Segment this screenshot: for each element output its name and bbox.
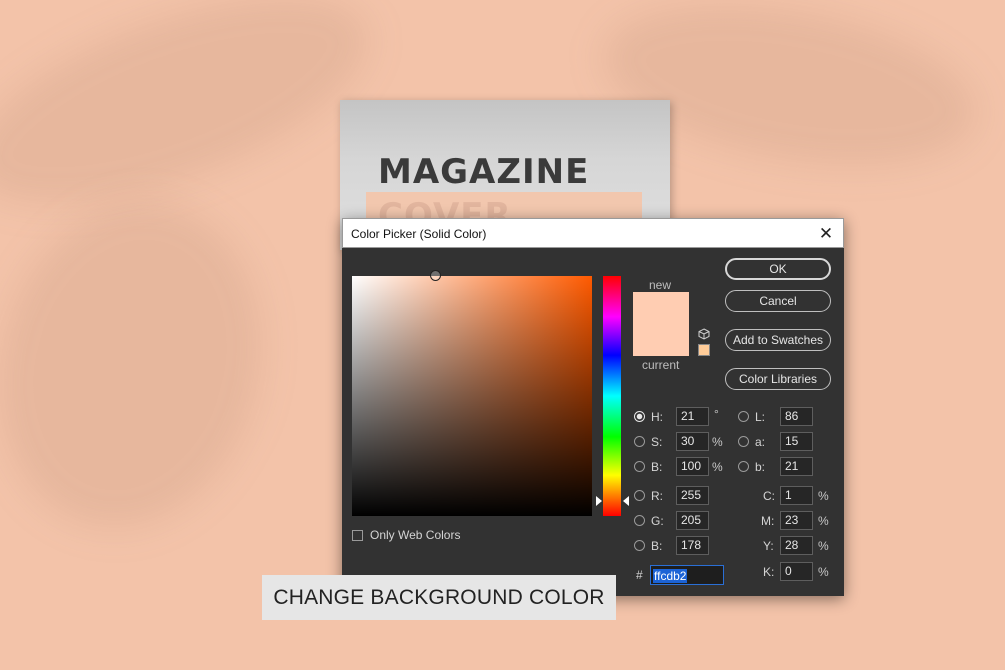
cancel-button[interactable]: Cancel	[725, 290, 831, 312]
cyan-label: C:	[763, 489, 775, 503]
lab-l-label: L:	[755, 410, 766, 424]
color-field[interactable]	[352, 270, 592, 516]
current-color-label: current	[642, 358, 680, 372]
green-radio[interactable]	[634, 515, 645, 526]
lab-a-radio[interactable]	[738, 436, 749, 447]
only-web-colors-checkbox[interactable]	[352, 530, 363, 541]
hue-slider-arrow-icon[interactable]	[596, 496, 602, 506]
hue-slider-arrow-icon[interactable]	[623, 496, 629, 506]
ok-button[interactable]: OK	[725, 258, 831, 280]
lab-b-label: b:	[755, 460, 766, 474]
lab-l-radio[interactable]	[738, 411, 749, 422]
lab-a-label: a:	[755, 435, 766, 449]
yellow-input[interactable]: 28	[780, 536, 813, 555]
cyan-input[interactable]: 1	[780, 486, 813, 505]
green-label: G:	[651, 514, 664, 528]
magazine-title: MAGAZINE	[378, 152, 590, 192]
black-label: K:	[763, 565, 775, 579]
magenta-input[interactable]: 23	[780, 511, 813, 530]
close-button[interactable]: ✕	[815, 223, 837, 245]
hue-unit: °	[714, 407, 719, 421]
caption-banner: CHANGE BACKGROUND COLOR	[262, 575, 616, 620]
new-color-swatch	[633, 292, 689, 356]
background-shadow	[0, 171, 299, 559]
brightness-unit: %	[712, 460, 723, 474]
saturation-unit: %	[712, 435, 723, 449]
brightness-label: B:	[651, 460, 663, 474]
web-safe-swatch[interactable]	[698, 344, 710, 356]
hex-input[interactable]: ffcdb2	[650, 565, 724, 585]
color-picker-dialog: Color Picker (Solid Color) ✕ new current…	[342, 218, 844, 596]
saturation-radio[interactable]	[634, 436, 645, 447]
hue-input[interactable]: 21	[676, 407, 709, 426]
field-cursor-icon[interactable]	[430, 270, 441, 281]
hue-label: H:	[651, 410, 663, 424]
dialog-title: Color Picker (Solid Color)	[351, 227, 487, 241]
lab-l-input[interactable]: 86	[780, 407, 813, 426]
saturation-input[interactable]: 30	[676, 432, 709, 451]
lab-a-input[interactable]: 15	[780, 432, 813, 451]
brightness-input[interactable]: 100	[676, 457, 709, 476]
new-color-label: new	[649, 278, 672, 292]
black-input[interactable]: 0	[780, 562, 813, 581]
red-radio[interactable]	[634, 490, 645, 501]
red-label: R:	[651, 489, 663, 503]
add-to-swatches-button[interactable]: Add to Swatches	[725, 329, 831, 351]
dialog-titlebar[interactable]: Color Picker (Solid Color) ✕	[342, 218, 844, 248]
yellow-label: Y:	[763, 539, 774, 553]
hex-label: #	[636, 568, 643, 582]
black-unit: %	[818, 565, 829, 579]
hue-slider[interactable]	[603, 276, 621, 516]
yellow-unit: %	[818, 539, 829, 553]
cyan-unit: %	[818, 489, 829, 503]
hue-radio[interactable]	[634, 411, 645, 422]
green-input[interactable]: 205	[676, 511, 709, 530]
color-libraries-button[interactable]: Color Libraries	[725, 368, 831, 390]
cube-icon[interactable]	[698, 328, 710, 340]
blue-radio[interactable]	[634, 540, 645, 551]
lab-b-radio[interactable]	[738, 461, 749, 472]
saturation-label: S:	[651, 435, 663, 449]
brightness-radio[interactable]	[634, 461, 645, 472]
magenta-unit: %	[818, 514, 829, 528]
background-shadow	[0, 0, 395, 247]
red-input[interactable]: 255	[676, 486, 709, 505]
only-web-colors-label: Only Web Colors	[370, 528, 461, 542]
lab-b-input[interactable]: 21	[780, 457, 813, 476]
close-icon: ✕	[818, 224, 834, 243]
hex-value: ffcdb2	[653, 569, 688, 583]
magenta-label: M:	[761, 514, 775, 528]
blue-label: B:	[651, 539, 663, 553]
blue-input[interactable]: 178	[676, 536, 709, 555]
